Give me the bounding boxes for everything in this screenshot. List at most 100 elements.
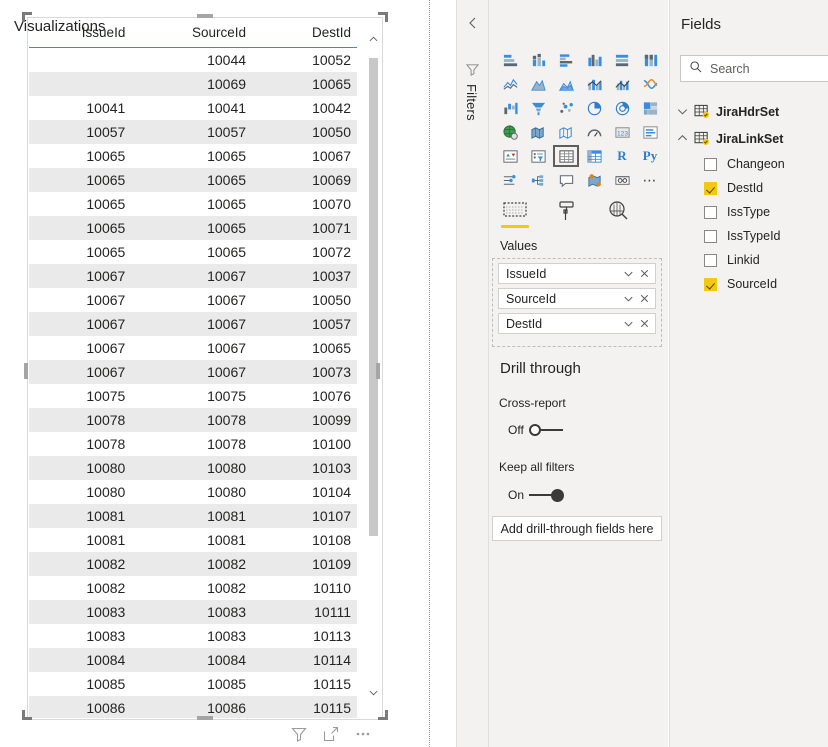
table-cell[interactable]: 10083: [29, 600, 132, 624]
table-row[interactable]: 10086 10086 10115: [29, 696, 357, 718]
table-cell[interactable]: 10071: [252, 216, 357, 240]
table-cell[interactable]: [29, 72, 132, 96]
table-row[interactable]: 10081 10081 10107: [29, 504, 357, 528]
table-cell[interactable]: 10085: [29, 672, 131, 696]
table-cell[interactable]: 10115: [252, 696, 357, 718]
table-cell[interactable]: 10065: [252, 336, 357, 360]
multi-row-card-icon[interactable]: [636, 120, 664, 144]
table-cell[interactable]: 10083: [131, 624, 252, 648]
table-cell[interactable]: 10076: [252, 384, 357, 408]
chevron-up-icon[interactable]: [676, 132, 689, 145]
table-cell[interactable]: 10086: [29, 696, 132, 718]
table-cell[interactable]: 10052: [252, 48, 357, 73]
table-cell[interactable]: 10081: [29, 528, 131, 552]
table-row[interactable]: 10044 10052: [29, 48, 357, 73]
table-cell[interactable]: 10103: [252, 456, 357, 480]
toggle-switch-on[interactable]: [529, 489, 565, 502]
area-chart-icon[interactable]: [524, 72, 552, 96]
table-cell[interactable]: 10067: [252, 144, 357, 168]
table-row[interactable]: 10083 10083 10113: [29, 624, 357, 648]
focus-mode-icon[interactable]: [322, 725, 340, 743]
table-row[interactable]: 10057 10057 10050: [29, 120, 357, 144]
scroll-down-arrow[interactable]: [367, 687, 380, 703]
table-row[interactable]: 10067 10067 10050: [29, 288, 357, 312]
table-row[interactable]: 10067 10067 10065: [29, 336, 357, 360]
field-row[interactable]: IssTypeId: [672, 224, 828, 248]
table-cell[interactable]: 10082: [29, 576, 131, 600]
resize-handle-bottom-right[interactable]: [378, 710, 388, 720]
table-cell[interactable]: 10057: [252, 312, 357, 336]
more-options-icon[interactable]: [354, 725, 372, 743]
table-cell[interactable]: 10082: [131, 552, 253, 576]
table-cell[interactable]: 10065: [131, 216, 253, 240]
table-cell[interactable]: 10069: [131, 72, 253, 96]
table-cell[interactable]: 10082: [29, 552, 132, 576]
table-row[interactable]: 10085 10085 10115: [29, 672, 357, 696]
slicer-icon[interactable]: [524, 144, 552, 168]
table-cell[interactable]: 10037: [252, 264, 357, 288]
table-cell[interactable]: 10065: [131, 192, 252, 216]
table-row[interactable]: 10067 10067 10073: [29, 360, 357, 384]
table-cell[interactable]: 10083: [29, 624, 131, 648]
table-cell[interactable]: 10067: [131, 264, 253, 288]
scatter-chart-icon[interactable]: [552, 96, 580, 120]
table-cell[interactable]: 10057: [131, 120, 253, 144]
table-row[interactable]: 10067 10067 10057: [29, 312, 357, 336]
table-cell[interactable]: [29, 48, 131, 73]
table-cell[interactable]: 10072: [252, 240, 357, 264]
filter-icon[interactable]: [290, 725, 308, 743]
report-canvas[interactable]: IssueId SourceId DestId 10044 10052 10069 100…: [0, 0, 430, 747]
table-cell[interactable]: 10067: [29, 288, 131, 312]
table-cell[interactable]: 10042: [252, 96, 357, 120]
close-icon[interactable]: [638, 317, 651, 330]
table-row[interactable]: 10075 10075 10076: [29, 384, 357, 408]
python-visual-icon[interactable]: Py: [636, 144, 664, 168]
table-row[interactable]: 10081 10081 10108: [29, 528, 357, 552]
table-cell[interactable]: 10081: [131, 504, 253, 528]
table-cell[interactable]: 10069: [252, 168, 357, 192]
table-cell[interactable]: 10086: [131, 696, 253, 718]
clustered-column-chart-icon[interactable]: [580, 48, 608, 72]
table-cell[interactable]: 10109: [252, 552, 357, 576]
visual-footer-toolbar[interactable]: [290, 722, 390, 746]
table-cell[interactable]: 10067: [131, 288, 252, 312]
table-cell[interactable]: 10104: [252, 480, 357, 504]
values-field-chip[interactable]: IssueId: [498, 263, 656, 284]
table-cell[interactable]: 10065: [131, 240, 252, 264]
table-cell[interactable]: 10078: [131, 408, 253, 432]
table-cell[interactable]: 10065: [29, 216, 132, 240]
card-icon[interactable]: 123: [608, 120, 636, 144]
chevron-down-icon[interactable]: [676, 105, 689, 118]
resize-handle-bottom-left[interactable]: [22, 710, 32, 720]
table-row[interactable]: 10080 10080 10103: [29, 456, 357, 480]
table-cell[interactable]: 10081: [29, 504, 132, 528]
table-cell[interactable]: 10082: [131, 576, 252, 600]
table-cell[interactable]: 10115: [252, 672, 357, 696]
close-icon[interactable]: [638, 292, 651, 305]
more-visuals-icon[interactable]: ⋯: [636, 168, 664, 192]
table-cell[interactable]: 10041: [29, 96, 131, 120]
line-stacked-column-chart-icon[interactable]: [580, 72, 608, 96]
table-cell[interactable]: 10100: [252, 432, 357, 456]
arcgis-maps-icon[interactable]: [580, 168, 608, 192]
stacked-column-chart-icon[interactable]: [524, 48, 552, 72]
ribbon-chart-icon[interactable]: [636, 72, 664, 96]
table-row[interactable]: 10084 10084 10114: [29, 648, 357, 672]
field-checkbox[interactable]: [704, 181, 717, 195]
resize-handle-top-right[interactable]: [378, 12, 388, 22]
treemap-icon[interactable]: [636, 96, 664, 120]
table-cell[interactable]: 10080: [29, 456, 132, 480]
table-row[interactable]: 10067 10067 10037: [29, 264, 357, 288]
table-cell[interactable]: 10078: [131, 432, 252, 456]
table-cell[interactable]: 10080: [131, 456, 253, 480]
table-row[interactable]: 10065 10065 10072: [29, 240, 357, 264]
donut-chart-icon[interactable]: [608, 96, 636, 120]
table-cell[interactable]: 10085: [131, 672, 252, 696]
chevron-down-icon[interactable]: [622, 292, 635, 305]
table-cell[interactable]: 10065: [29, 240, 131, 264]
table-cell[interactable]: 10065: [252, 72, 357, 96]
table-cell[interactable]: 10075: [29, 384, 131, 408]
table-cell[interactable]: 10111: [252, 600, 357, 624]
table-row[interactable]: 10078 10078 10099: [29, 408, 357, 432]
values-field-well[interactable]: IssueId SourceId DestId: [492, 258, 662, 347]
